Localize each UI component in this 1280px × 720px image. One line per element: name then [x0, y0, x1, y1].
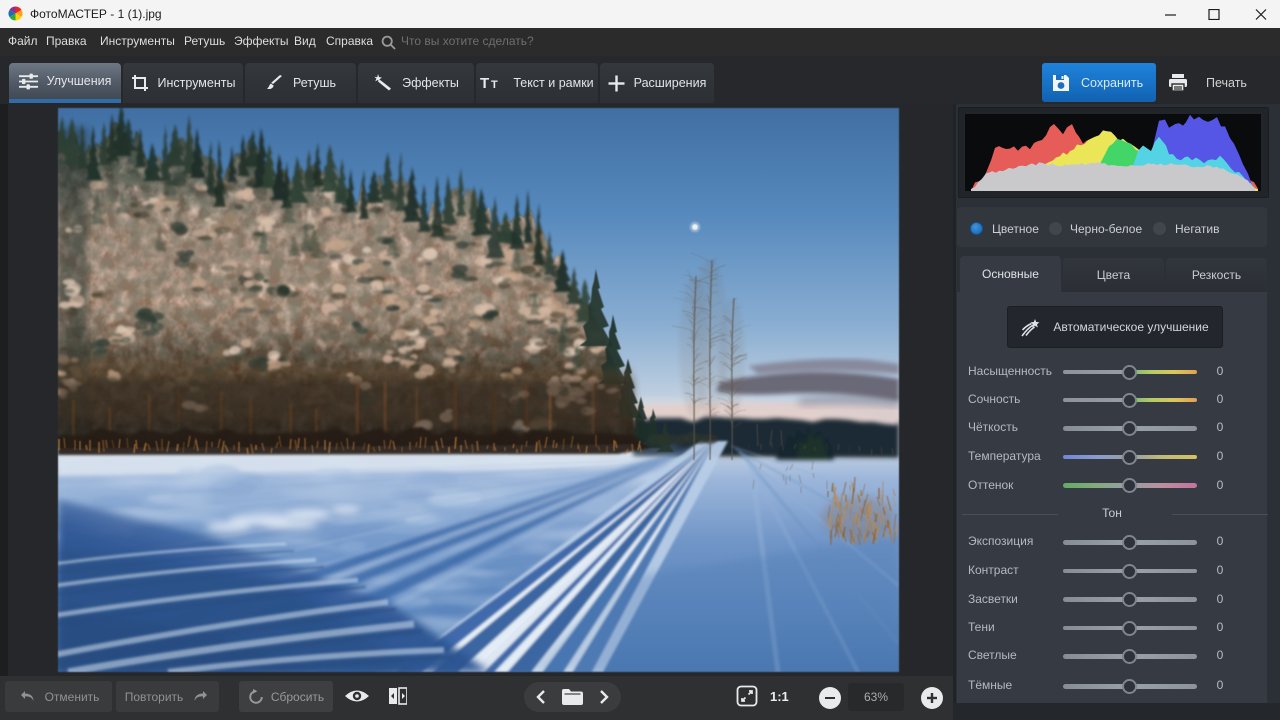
svg-text:T: T	[491, 79, 498, 91]
svg-text:T: T	[480, 75, 489, 91]
